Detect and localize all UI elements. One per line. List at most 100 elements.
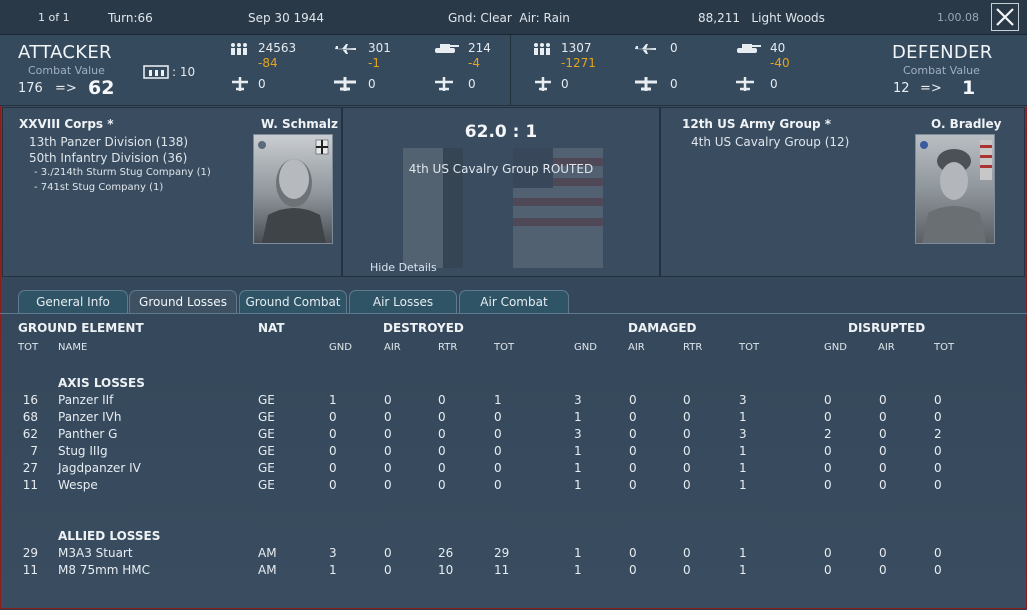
subheader-disrupted-tot: TOT	[934, 342, 955, 353]
defender-bomber-icon	[533, 76, 553, 95]
header-nat: NAT	[258, 321, 285, 335]
defender-cv-label: Combat Value	[903, 64, 980, 77]
weather-label: Gnd: Clear Air: Rain	[448, 11, 570, 25]
cell-value: 0	[934, 393, 942, 407]
combat-summary: ATTACKER Combat Value 176 => 62 : 10 245…	[0, 35, 1027, 106]
cell-value: 1	[739, 478, 747, 492]
cell-value: 1	[494, 393, 502, 407]
attacker-corps[interactable]: XXVIII Corps *	[19, 117, 114, 131]
header-ground-element: GROUND ELEMENT	[18, 321, 144, 335]
cell-value: 0	[438, 393, 446, 407]
cell-value: 0	[934, 563, 942, 577]
cell-value: 0	[494, 410, 502, 424]
cell-value: 0	[683, 461, 691, 475]
cell-value: 3	[329, 546, 337, 560]
summary-divider	[510, 35, 511, 105]
date-label: Sep 30 1944	[248, 11, 325, 25]
section-allied-losses: ALLIED LOSSES	[58, 529, 161, 543]
cell-value: 0	[683, 410, 691, 424]
defender-tank-count: 40	[770, 41, 786, 55]
defender-unit[interactable]: 4th US Cavalry Group (12)	[691, 135, 849, 149]
cell-total: 11	[22, 563, 38, 577]
section-axis-losses: AXIS LOSSES	[58, 376, 145, 390]
defender-men-loss: -1271	[561, 56, 596, 70]
cell-value: 29	[494, 546, 510, 560]
cell-value: 0	[879, 563, 887, 577]
cell-total: 27	[22, 461, 38, 475]
defender-tank-icon	[734, 42, 762, 59]
cell-value: 0	[438, 461, 446, 475]
tab-air-combat[interactable]: Air Combat	[459, 290, 569, 313]
combat-odds: 62.0 : 1	[464, 122, 538, 142]
cell-value: 0	[384, 461, 392, 475]
cell-value: 0	[824, 393, 832, 407]
cell-value: 0	[384, 410, 392, 424]
attacker-tank-count: 214	[468, 41, 491, 55]
cell-value: 0	[683, 546, 691, 560]
ground-losses-table: GROUND ELEMENT NAT DESTROYED DAMAGED DIS…	[0, 313, 1027, 610]
cell-value: 0	[824, 478, 832, 492]
defender-cv-after: 1	[962, 77, 976, 99]
attacker-leader-name: W. Schmalz	[261, 117, 338, 131]
cell-value: 3	[574, 393, 582, 407]
defender-leader-portrait[interactable]	[915, 134, 995, 244]
cell-value: 0	[683, 478, 691, 492]
cell-value: 0	[824, 461, 832, 475]
cell-value: 26	[438, 546, 454, 560]
cell-value: 0	[438, 478, 446, 492]
attacker-cv-label: Combat Value	[28, 64, 105, 77]
cell-value: 0	[329, 427, 337, 441]
attacker-cv-after: 62	[88, 77, 115, 99]
tab-ground-combat[interactable]: Ground Combat	[239, 290, 347, 313]
close-button[interactable]	[991, 3, 1019, 31]
attacker-subunit[interactable]: - 3./214th Sturm Stug Company (1)	[34, 167, 211, 178]
cell-value: 2	[824, 427, 832, 441]
cell-value: 1	[739, 563, 747, 577]
subheader-destroyed-tot: TOT	[494, 342, 515, 353]
cell-value: 0	[629, 546, 637, 560]
cell-unit-name: Jagdpanzer IV	[58, 461, 141, 475]
cell-total: 29	[22, 546, 38, 560]
tab-ground-losses[interactable]: Ground Losses	[129, 290, 237, 313]
defender-fighter-icon	[633, 43, 657, 58]
combat-result: 4th US Cavalry Group ROUTED	[408, 162, 594, 176]
close-icon	[996, 8, 1014, 26]
cell-value: 0	[438, 427, 446, 441]
tab-general-info[interactable]: General Info	[18, 290, 128, 313]
cell-total: 68	[22, 410, 38, 424]
defender-row2-c: 0	[770, 77, 778, 91]
cell-nation: GE	[258, 461, 275, 475]
cell-value: 3	[739, 427, 747, 441]
cell-total: 62	[22, 427, 38, 441]
cell-value: 0	[384, 546, 392, 560]
attacker-men-loss: -84	[258, 56, 278, 70]
attacker-leader-portrait[interactable]	[253, 134, 333, 244]
cell-value: 1	[574, 563, 582, 577]
defender-heavy-bomber-icon	[634, 76, 658, 95]
tab-air-losses[interactable]: Air Losses	[349, 290, 457, 313]
location-label: 88,211 Light Woods	[698, 11, 825, 25]
defender-row2-a: 0	[561, 77, 569, 91]
cell-value: 0	[934, 410, 942, 424]
attacker-subunit[interactable]: - 741st Stug Company (1)	[34, 182, 163, 193]
cell-value: 0	[934, 478, 942, 492]
cell-value: 0	[384, 563, 392, 577]
cell-value: 0	[329, 478, 337, 492]
cell-value: 0	[494, 444, 502, 458]
cell-unit-name: M8 75mm HMC	[58, 563, 151, 577]
cell-value: 0	[824, 410, 832, 424]
cell-nation: GE	[258, 427, 275, 441]
cell-value: 1	[574, 546, 582, 560]
cell-value: 0	[629, 393, 637, 407]
cell-unit-name: Panzer IVh	[58, 410, 122, 424]
hide-details-link[interactable]: Hide Details	[370, 261, 437, 274]
attacker-unit[interactable]: 50th Infantry Division (36)	[29, 151, 187, 165]
defender-corps[interactable]: 12th US Army Group *	[682, 117, 831, 131]
cell-value: 0	[824, 444, 832, 458]
defender-cv-arrow: =>	[920, 81, 942, 96]
defender-leader-name: O. Bradley	[931, 117, 1002, 131]
subheader-disrupted-gnd: GND	[824, 342, 847, 353]
attacker-unit[interactable]: 13th Panzer Division (138)	[29, 135, 188, 149]
cell-value: 0	[629, 410, 637, 424]
cell-unit-name: M3A3 Stuart	[58, 546, 133, 560]
